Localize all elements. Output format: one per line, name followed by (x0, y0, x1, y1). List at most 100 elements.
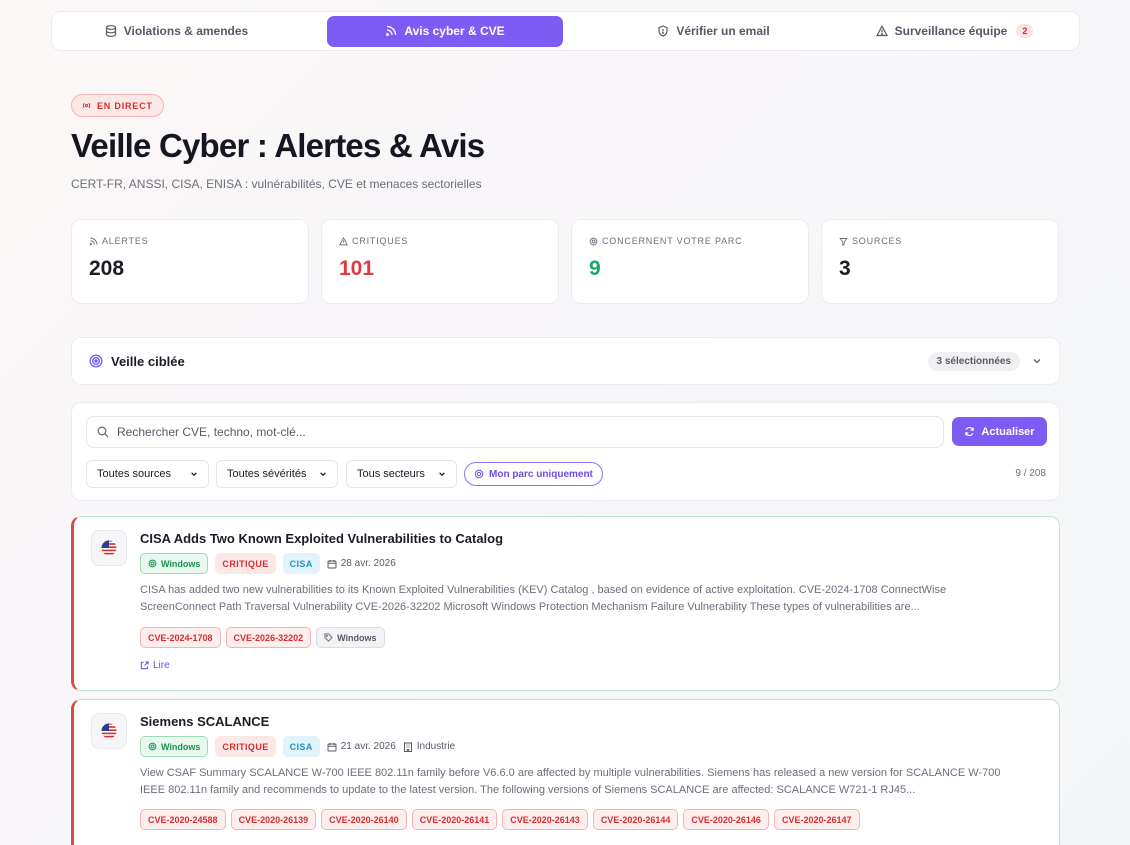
severity-badge: CRITIQUE (215, 553, 276, 574)
nav-tabs: Violations & amendes Avis cyber & CVE Vé… (51, 11, 1080, 51)
platform-label: Windows (161, 558, 201, 569)
broadcast-icon (82, 102, 91, 109)
alert-description: View CSAF Summary SCALANCE W-700 IEEE 80… (140, 767, 1001, 796)
alert-description: CISA has added two new vulnerabilities t… (140, 584, 947, 613)
cve-tag[interactable]: CVE-2020-26143 (502, 809, 588, 830)
my-fleet-only-toggle[interactable]: Mon parc uniquement (464, 462, 603, 486)
stat-card-alerts: ALERTES 208 (71, 219, 309, 304)
filters-panel: Actualiser Toutes sources Toutes sévérit… (71, 402, 1060, 501)
warning-icon (875, 25, 888, 37)
calendar-icon (327, 742, 337, 751)
my-fleet-label: Mon parc uniquement (489, 468, 593, 480)
stat-card-your-fleet: CONCERNENT VOTRE PARC 9 (571, 219, 809, 304)
stat-label: CRITIQUES (352, 236, 409, 246)
stat-label-row: ALERTES (89, 236, 291, 246)
rss-icon (89, 237, 98, 245)
select-value: Toutes sources (97, 468, 171, 480)
target-icon (148, 559, 157, 568)
tab-team-monitoring[interactable]: Surveillance équipe 2 (834, 16, 1075, 47)
cve-list: CVE-2024-1708 CVE-2026-32202 Windows (140, 627, 385, 648)
selected-count-badge: 3 sélectionnées (927, 351, 1020, 371)
stat-value: 208 (89, 257, 125, 280)
alert-date: 28 avr. 2026 (327, 558, 396, 569)
cve-tag[interactable]: CVE-2020-26141 (411, 809, 498, 830)
stat-label: SOURCES (852, 236, 903, 246)
tab-label: Avis cyber & CVE (404, 24, 505, 38)
cve-tag[interactable]: CVE-2020-24588 (140, 809, 226, 830)
live-badge: EN DIRECT (71, 94, 164, 117)
search-box[interactable] (86, 416, 944, 448)
severity-badge: CRITIQUE (215, 736, 276, 757)
tab-count-badge: 2 (1016, 24, 1034, 38)
external-link-icon (140, 661, 149, 670)
warning-icon (339, 236, 348, 245)
cve-tag[interactable]: CVE-2020-26139 (230, 809, 317, 830)
building-icon (403, 742, 412, 752)
read-link[interactable]: Lire (140, 660, 170, 671)
stat-label-row: SOURCES (839, 236, 1041, 246)
tab-verify-email[interactable]: Vérifier un email (593, 16, 834, 47)
cve-tag[interactable]: CVE-2020-26146 (683, 809, 769, 830)
tab-label: Surveillance équipe (894, 24, 1008, 38)
date-text: 21 avr. 2026 (340, 741, 396, 752)
tag-icon (324, 633, 333, 642)
search-input[interactable] (117, 425, 933, 439)
stat-value: 9 (589, 257, 601, 280)
cve-tag[interactable]: CVE-2020-26144 (592, 809, 679, 830)
refresh-button[interactable]: Actualiser (952, 417, 1047, 446)
keyword-label: Windows (337, 632, 377, 643)
cve-tag[interactable]: CVE-2020-26147 (773, 809, 860, 830)
tab-cyber-cve[interactable]: Avis cyber & CVE (327, 15, 563, 47)
cve-tag[interactable]: CVE-2020-26140 (321, 809, 407, 830)
chevron-down-icon (320, 472, 326, 477)
target-icon (589, 237, 598, 245)
alert-card[interactable]: CISA Adds Two Known Exploited Vulnerabil… (71, 516, 1060, 691)
calendar-icon (327, 559, 337, 568)
target-icon (89, 354, 103, 368)
read-label: Lire (153, 660, 170, 671)
alert-title[interactable]: Siemens SCALANCE (140, 714, 269, 729)
platform-label: Windows (161, 741, 201, 752)
refresh-icon (965, 426, 975, 437)
target-icon (148, 742, 157, 751)
stat-label-row: CRITIQUES (339, 236, 541, 246)
targeted-watch-panel[interactable]: Veille ciblée 3 sélectionnées (71, 337, 1060, 385)
result-counter: 9 / 208 (1015, 468, 1046, 479)
tab-label: Vérifier un email (676, 24, 770, 38)
severity-select[interactable]: Toutes sévérités (216, 460, 338, 488)
source-select[interactable]: Toutes sources (86, 460, 209, 488)
page-subtitle: CERT-FR, ANSSI, CISA, ENISA : vulnérabil… (71, 177, 482, 191)
chevron-down-icon (191, 472, 197, 477)
alert-meta: Windows CRITIQUE CISA 21 avr. 2026 Indus… (140, 736, 455, 757)
alert-sector: Industrie (403, 741, 455, 752)
tab-label: Violations & amendes (123, 24, 249, 38)
stat-card-critical: CRITIQUES 101 (321, 219, 559, 304)
platform-badge: Windows (140, 736, 209, 757)
rss-icon (386, 25, 397, 37)
cve-list: CVE-2020-24588 CVE-2020-26139 CVE-2020-2… (140, 809, 860, 830)
refresh-label: Actualiser (981, 425, 1035, 438)
alert-meta: Windows CRITIQUE CISA 28 avr. 2026 (140, 553, 396, 574)
alert-title[interactable]: CISA Adds Two Known Exploited Vulnerabil… (140, 531, 503, 546)
date-text: 28 avr. 2026 (340, 558, 396, 569)
platform-badge: Windows (140, 553, 209, 574)
page-title: Veille Cyber : Alertes & Avis (71, 127, 485, 164)
chevron-down-icon[interactable] (1032, 356, 1042, 366)
cve-tag[interactable]: CVE-2026-32202 (225, 627, 312, 648)
search-icon (97, 426, 109, 438)
database-icon (105, 25, 116, 37)
alert-date: 21 avr. 2026 (327, 741, 396, 752)
targeted-watch-title: Veille ciblée (111, 353, 185, 369)
source-badge: CISA (282, 553, 320, 574)
alert-card[interactable]: Siemens SCALANCE Windows CRITIQUE CISA 2… (71, 699, 1060, 845)
source-badge: CISA (282, 736, 320, 757)
keyword-tag[interactable]: Windows (316, 627, 385, 648)
sector-select[interactable]: Tous secteurs (346, 460, 457, 488)
tab-violations[interactable]: Violations & amendes (56, 16, 297, 47)
select-value: Tous secteurs (357, 468, 425, 480)
cve-tag[interactable]: CVE-2024-1708 (140, 627, 221, 648)
stat-value: 3 (839, 257, 851, 280)
stat-value: 101 (339, 257, 375, 280)
stat-card-sources: SOURCES 3 (821, 219, 1059, 304)
stat-label: CONCERNENT VOTRE PARC (602, 236, 743, 246)
